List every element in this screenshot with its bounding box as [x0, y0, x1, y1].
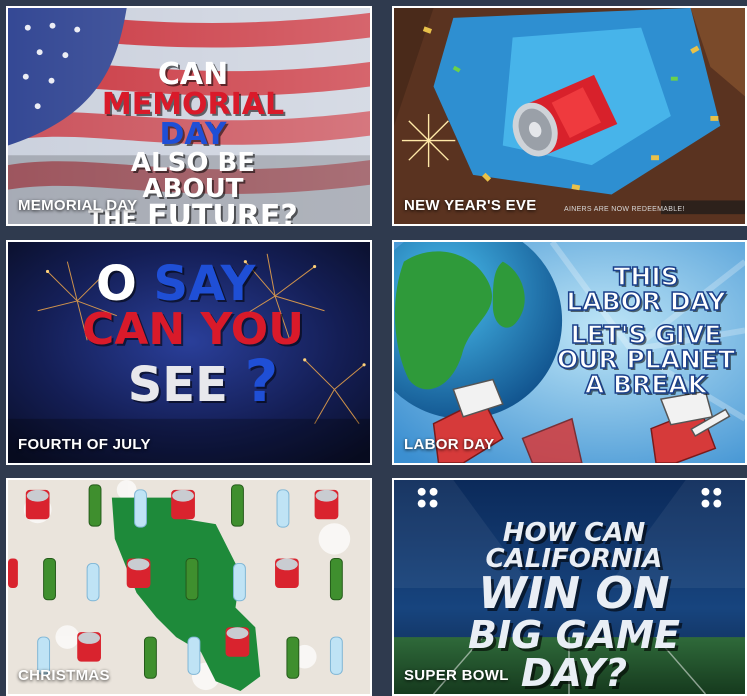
headline-line-4: OUR PLANET	[556, 345, 736, 374]
headline-line-1: HOW CAN CALIFORNIA	[485, 518, 663, 574]
labor-day-headline: THIS LABOR DAY LET'S GIVE OUR PLANET A B…	[546, 262, 745, 399]
headline-line-2: LABOR DAY	[566, 287, 727, 316]
headline-line-1: CAN	[157, 57, 229, 92]
tile-caption: SUPER BOWL	[404, 667, 509, 684]
headline-line-3: ALSO BE ABOUT	[130, 148, 256, 204]
tile-caption: LABOR DAY	[404, 436, 495, 453]
headline-question-mark: ?	[244, 347, 279, 415]
headline-line-1: O SAY	[78, 260, 308, 308]
tile-super-bowl[interactable]: HOW CAN CALIFORNIA WIN ON BIG GAME DAY? …	[392, 478, 747, 696]
headline-word-future: FUTURE?	[147, 199, 298, 226]
headline-line-3: SEE ?	[78, 352, 308, 410]
redemption-banner-text: AINERS ARE NOW REDEEMABLE!	[564, 206, 685, 213]
tile-caption: CHRISTMAS	[18, 667, 110, 684]
headline-line-2: WIN ON	[478, 568, 670, 619]
party-background-image	[394, 8, 745, 224]
tile-fourth-of-july[interactable]: O SAY CAN YOU SEE ? FOURTH OF JULY	[6, 240, 372, 465]
headline-line-1: THIS	[613, 262, 680, 291]
headline-word-day: DAY	[159, 117, 227, 152]
tile-caption: MEMORIAL DAY	[18, 197, 138, 214]
tile-caption: FOURTH OF JULY	[18, 436, 151, 453]
headline-word-see: SEE	[127, 357, 228, 413]
fourth-of-july-headline: O SAY CAN YOU SEE ?	[78, 260, 308, 410]
tile-christmas[interactable]: CHRISTMAS	[6, 478, 372, 696]
headline-line-3: LET'S GIVE	[570, 320, 722, 349]
tile-memorial-day[interactable]: CAN MEMORIAL DAY ALSO BE ABOUT THE FUTUR…	[6, 6, 372, 226]
tile-labor-day[interactable]: THIS LABOR DAY LET'S GIVE OUR PLANET A B…	[392, 240, 747, 465]
headline-line-5: A BREAK	[584, 370, 708, 399]
christmas-pattern-image	[8, 480, 370, 694]
tile-new-years-eve[interactable]: AINERS ARE NOW REDEEMABLE! NEW YEAR'S EV…	[392, 6, 747, 226]
headline-line-2: CAN YOU	[82, 304, 304, 355]
headline-line-2: MEMORIAL DAY	[78, 90, 308, 150]
tile-caption: NEW YEAR'S EVE	[404, 197, 537, 214]
